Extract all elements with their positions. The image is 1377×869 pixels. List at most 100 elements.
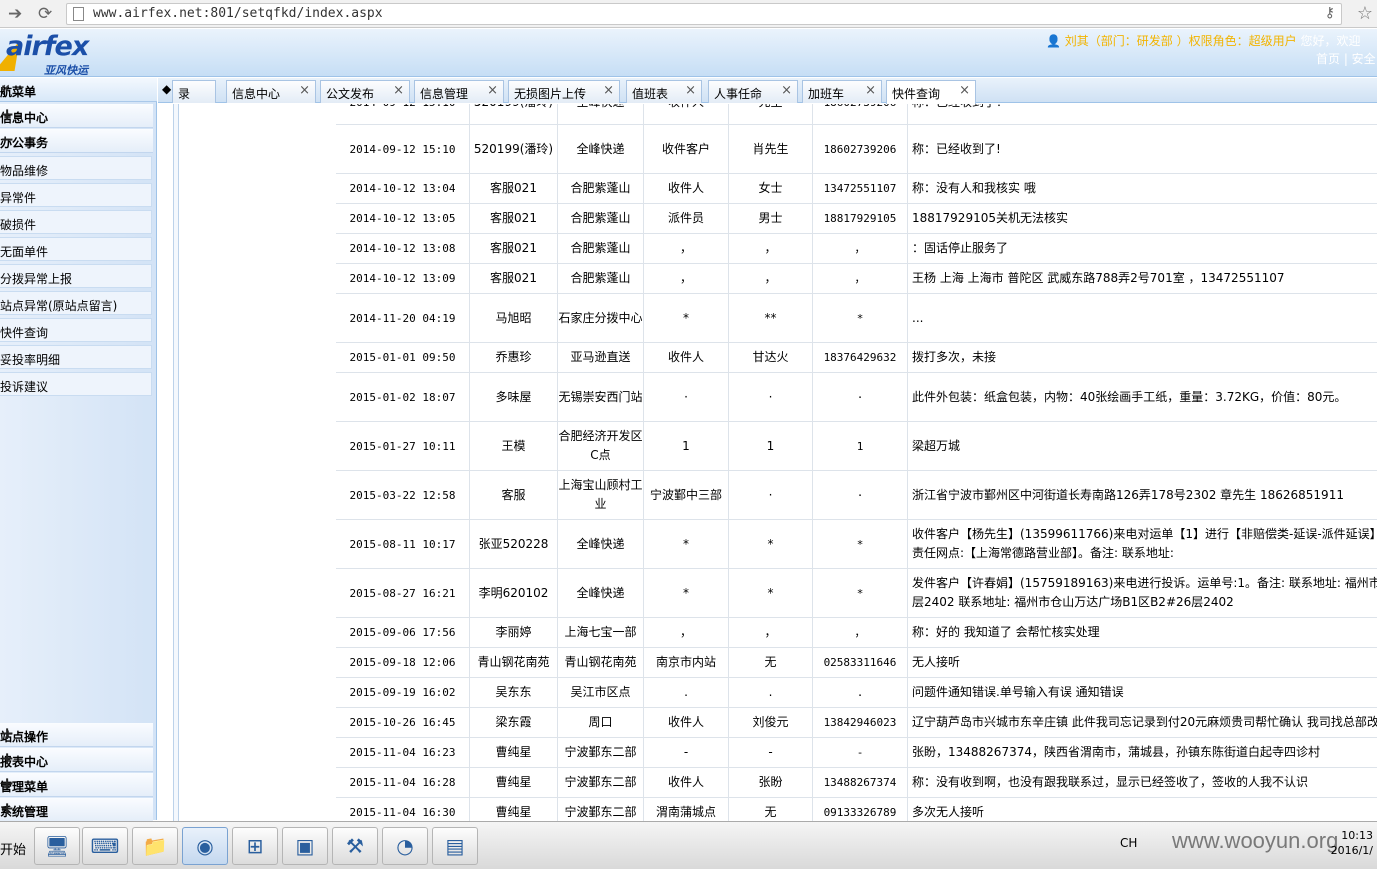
expand-icon[interactable]: + bbox=[0, 799, 147, 819]
collapse-sidebar-icon[interactable]: « bbox=[0, 78, 149, 97]
sidebar-item-no-waybill[interactable]: 无面单件 bbox=[0, 237, 152, 261]
close-icon[interactable]: × bbox=[393, 83, 404, 98]
table-cell-c7: 问题件通知错误.单号输入有误 通知错误 bbox=[912, 685, 1124, 699]
tab-personnel[interactable]: 人事任命 × bbox=[708, 80, 798, 103]
input-language[interactable]: CH bbox=[1120, 836, 1137, 850]
close-icon[interactable]: × bbox=[959, 83, 970, 98]
close-icon[interactable]: × bbox=[781, 83, 792, 98]
tools-icon[interactable]: ⚒ bbox=[332, 827, 378, 865]
table-cell-c4: ， bbox=[644, 618, 729, 647]
table-cell-c6: 18376429632 bbox=[813, 343, 908, 372]
table-row: 2015-11-04 16:28 曹纯星 宁波鄞东二部 收件人 张盼 1348826737… bbox=[336, 768, 1377, 798]
table-row: 2015-03-22 12:58 客服 上海宝山顾村工业 宁波鄞中三部 · · 浙江省宁波市… bbox=[336, 471, 1377, 520]
table-cell-c4: 收件人 bbox=[644, 104, 729, 124]
sidebar-item-exception[interactable]: 异常件 bbox=[0, 183, 152, 207]
sidebar-item-station-exception[interactable]: 站点异常(原站点留言) bbox=[0, 291, 152, 315]
expand-icon[interactable]: + bbox=[0, 724, 147, 744]
table-cell-c5: 刘俊元 bbox=[729, 708, 813, 737]
sidebar-item-damaged[interactable]: 破损件 bbox=[0, 210, 152, 234]
table-cell-time: 2015-08-11 10:17 bbox=[336, 520, 470, 568]
top-links[interactable]: 首页 | 安全 bbox=[1316, 50, 1376, 67]
clock[interactable]: 10:13 2016/1/ bbox=[1331, 828, 1373, 858]
sidebar-item-label: 分拨异常上报 bbox=[0, 272, 73, 286]
collapse-icon[interactable]: − bbox=[0, 130, 147, 150]
table-cell-c6: 1 bbox=[813, 422, 908, 470]
user-icon: 👤 bbox=[1046, 34, 1061, 48]
close-icon[interactable]: × bbox=[603, 83, 614, 98]
sidebar-item-delivery-rate[interactable]: 妥投率明细 bbox=[0, 345, 152, 369]
table-cell-c3: 上海宝山顾村工业 bbox=[558, 471, 644, 519]
table-cell-c4: 1 bbox=[644, 422, 729, 470]
network-app-icon[interactable]: ⊞ bbox=[232, 827, 278, 865]
table-cell-time: 2014-09-12 15:10 bbox=[336, 125, 470, 173]
table-cell-c7: 浙江省宁波市鄞州区中河街道长寿南路126弄178号2302 章先生 186268… bbox=[912, 487, 1344, 502]
table-cell-time: 2014-10-12 13:09 bbox=[336, 264, 470, 293]
forward-icon[interactable]: ➔ bbox=[8, 4, 22, 24]
key-icon[interactable]: ⚷ bbox=[1325, 5, 1335, 21]
sidebar-section-reports[interactable]: 报表中心 + bbox=[0, 748, 153, 772]
close-icon[interactable]: × bbox=[487, 83, 498, 98]
table-cell-c5: 肖先生 bbox=[729, 125, 813, 173]
window-app-icon[interactable]: ▣ bbox=[282, 827, 328, 865]
tab-doc-publish[interactable]: 公文发布 × bbox=[320, 80, 410, 103]
server-icon[interactable]: ▤ bbox=[432, 827, 478, 865]
tab-express-query[interactable]: 快件查询 × bbox=[886, 80, 976, 104]
table-cell-c2: 520199(潘玲) bbox=[470, 125, 558, 173]
close-icon[interactable]: × bbox=[865, 83, 876, 98]
gauge-icon[interactable]: ◔ bbox=[382, 827, 428, 865]
table-row: 2014-09-12 15:10520199(潘玲)全峰快递收件人先生18602… bbox=[336, 104, 1377, 125]
table-cell-c6: 13488267374 bbox=[813, 768, 908, 797]
tab-label: 信息中心 bbox=[232, 87, 281, 101]
table-cell-c2: 曹纯星 bbox=[470, 768, 558, 797]
close-icon[interactable]: × bbox=[299, 83, 310, 98]
start-button[interactable]: 开始 bbox=[0, 839, 26, 858]
tab-scroll-left-icon[interactable]: ◆ bbox=[162, 82, 171, 96]
sidebar-item-label: 妥投率明细 bbox=[0, 353, 61, 367]
expand-icon[interactable]: + bbox=[0, 749, 147, 769]
powershell-icon[interactable]: ⌨ bbox=[82, 827, 128, 865]
table-cell-c2: 曹纯星 bbox=[470, 738, 558, 767]
sidebar-section-system[interactable]: 系统管理 + bbox=[0, 798, 153, 822]
sidebar-item-hub-exception[interactable]: 分拨异常上报 bbox=[0, 264, 152, 288]
expand-icon[interactable]: + bbox=[0, 774, 147, 794]
sidebar-section-office[interactable]: 办公事务 − bbox=[0, 129, 153, 153]
table-cell-c4: ， bbox=[644, 264, 729, 293]
sidebar-item-label: 破损件 bbox=[0, 218, 37, 232]
url-text: www.airfex.net:801/setqfkd/index.aspx bbox=[93, 6, 383, 21]
table-cell-c7: 梁超万城 bbox=[912, 438, 961, 453]
tab-image-upload[interactable]: 无损图片上传 × bbox=[508, 80, 620, 103]
table-cell-c2: 客服021 bbox=[470, 264, 558, 293]
sidebar-item-complaints[interactable]: 投诉建议 bbox=[0, 372, 152, 396]
tab-partial[interactable]: 录 bbox=[172, 80, 216, 103]
table-row: 2015-09-19 16:02 吴东东 吴江市区点... 问题件通知错误.单号输入有… bbox=[336, 678, 1377, 708]
table-cell-time: 2015-11-04 16:23 bbox=[336, 738, 470, 767]
tab-duty-roster[interactable]: 值班表 × bbox=[626, 80, 702, 103]
computer-icon[interactable]: 🖥 bbox=[34, 827, 80, 865]
table-cell-c7: 此件外包装：纸盒包装，内物：40张绘画手工纸，重量：3.72KG，价值：80元。 bbox=[912, 389, 1347, 404]
tab-info-manage[interactable]: 信息管理 × bbox=[414, 80, 504, 103]
tab-info-center[interactable]: 信息中心 × bbox=[226, 80, 316, 103]
sidebar-section-admin-menu[interactable]: 管理菜单 + bbox=[0, 773, 153, 797]
table-cell-c7: 无人接听 bbox=[912, 655, 961, 669]
close-icon[interactable]: × bbox=[685, 83, 696, 98]
bookmark-star-icon[interactable]: ☆ bbox=[1357, 3, 1373, 24]
reload-icon[interactable]: ⟳ bbox=[38, 4, 52, 24]
expand-icon[interactable]: + bbox=[0, 105, 147, 125]
table-cell-c4: 收件人 bbox=[644, 343, 729, 372]
sidebar-item-repair[interactable]: 物品维修 bbox=[0, 156, 152, 180]
chrome-icon[interactable]: ◉ bbox=[182, 827, 228, 865]
sidebar-section-station-ops[interactable]: 站点操作 + bbox=[0, 723, 153, 747]
table-cell-c2: 客服 bbox=[470, 471, 558, 519]
table-cell-c3: 吴江市区点 bbox=[558, 678, 644, 707]
tab-label: 录 bbox=[178, 87, 191, 101]
tab-overtime-bus[interactable]: 加班车 × bbox=[802, 80, 882, 103]
sidebar-item-express-query[interactable]: 快件查询 bbox=[0, 318, 152, 342]
folder-icon[interactable]: 📁 bbox=[132, 827, 178, 865]
sidebar-section-info-center[interactable]: 信息中心 + bbox=[0, 104, 153, 128]
address-bar[interactable]: www.airfex.net:801/setqfkd/index.aspx ⚷ bbox=[66, 3, 1342, 25]
table-cell-c3: 青山钢花南苑 bbox=[558, 648, 644, 677]
table-row: 2015-08-27 16:21 李明620102 全峰快递 * * * 发件客户【许春娟】… bbox=[336, 569, 1377, 618]
table-row: 2015-01-02 18:07 多味屋 无锡崇安西门站 · · · 此件外包装：纸盒包装，… bbox=[336, 373, 1377, 422]
table-cell-c4: 南京市内站 bbox=[644, 648, 729, 677]
table-cell-c7: 称：已经收到了！ bbox=[908, 104, 1377, 124]
